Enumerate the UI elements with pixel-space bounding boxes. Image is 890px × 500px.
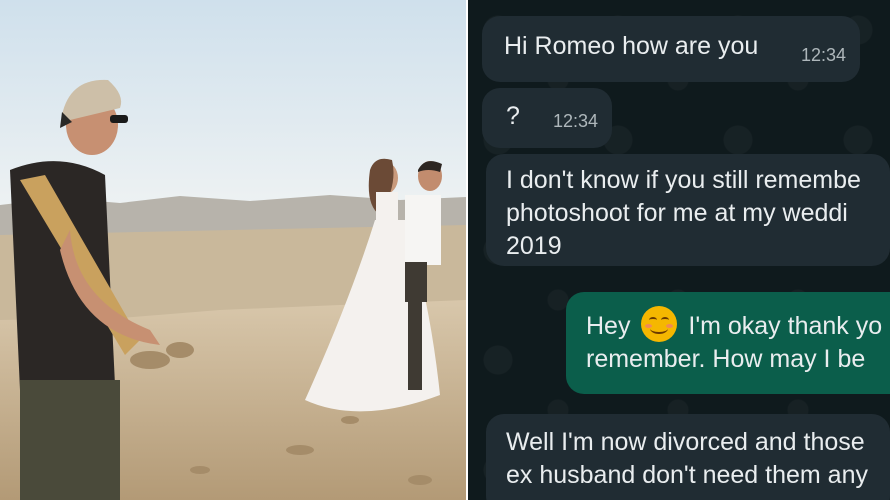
message-text-line: remember. How may I be [586,345,866,373]
message-bubble-outgoing[interactable]: Hey I'm okay thank yo remember. How may … [566,292,890,394]
message-bubble-incoming[interactable]: I don't know if you still remembe photos… [486,154,890,266]
message-bubble-incoming[interactable]: Well I'm now divorced and those ex husba… [486,414,890,500]
wedding-photo-illustration [0,0,466,500]
message-text-line: 2019 [506,232,562,260]
groom-shirt [405,195,441,265]
photographer-jeans [20,380,120,500]
message-text-line: ex husband don't need them any [506,461,868,489]
sunglasses [110,115,128,123]
message-text-line: I don't know if you still remembe [506,166,861,194]
bride-torso [376,192,398,232]
message-text-segment: I'm okay thank yo [688,312,883,340]
wedding-photo [0,0,466,500]
message-bubble-incoming[interactable]: Hi Romeo how are you 12:34 [482,16,860,82]
message-text-segment: Hey [586,312,631,340]
message-timestamp: 12:34 [800,45,846,65]
smiling-face-emoji-icon [641,306,678,342]
message-text-line: Hey I'm okay thank yo [586,306,890,343]
message-timestamp: 12:34 [552,111,598,131]
message-text-line: Well I'm now divorced and those [506,428,865,456]
message-bubble-incoming[interactable]: ? 12:34 [482,88,612,148]
message-text-line: photoshoot for me at my weddi [506,199,848,227]
chat-screenshot: Hi Romeo how are you 12:34 ? 12:34 I don… [468,0,890,500]
groom-pants [405,262,427,302]
groom-leg [408,300,422,390]
